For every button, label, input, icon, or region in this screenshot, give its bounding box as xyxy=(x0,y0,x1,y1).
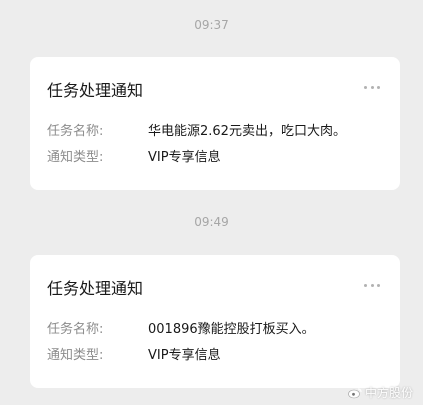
task-name-value: 华电能源2.62元卖出，吃口大肉。 xyxy=(148,124,346,139)
task-name-row: 任务名称: 华电能源2.62元卖出，吃口大肉。 xyxy=(47,123,346,141)
task-name-label: 任务名称: xyxy=(47,322,104,337)
card-title: 任务处理通知 xyxy=(47,279,144,298)
notice-type-label: 通知类型: xyxy=(47,150,104,165)
more-options-icon[interactable] xyxy=(364,279,380,291)
notification-card[interactable]: 任务处理通知 任务名称: 华电能源2.62元卖出，吃口大肉。 通知类型: VIP专享… xyxy=(30,57,400,190)
notice-type-row: 通知类型: VIP专享信息 xyxy=(47,347,221,365)
task-name-row: 任务名称: 001896豫能控股打板买入。 xyxy=(47,321,315,339)
watermark: 中方股份 xyxy=(348,384,413,401)
message-timestamp: 09:49 xyxy=(194,215,229,229)
weibo-icon xyxy=(348,387,362,398)
more-options-icon[interactable] xyxy=(364,81,380,93)
notice-type-value: VIP专享信息 xyxy=(148,150,221,165)
watermark-text: 中方股份 xyxy=(364,386,413,400)
notice-type-value: VIP专享信息 xyxy=(148,348,221,363)
notice-type-row: 通知类型: VIP专享信息 xyxy=(47,149,221,167)
notice-type-label: 通知类型: xyxy=(47,348,104,363)
card-title: 任务处理通知 xyxy=(47,81,144,100)
message-timestamp: 09:37 xyxy=(194,18,229,32)
task-name-value: 001896豫能控股打板买入。 xyxy=(148,322,315,337)
task-name-label: 任务名称: xyxy=(47,124,104,139)
notification-card[interactable]: 任务处理通知 任务名称: 001896豫能控股打板买入。 通知类型: VIP专享信息 xyxy=(30,255,400,388)
